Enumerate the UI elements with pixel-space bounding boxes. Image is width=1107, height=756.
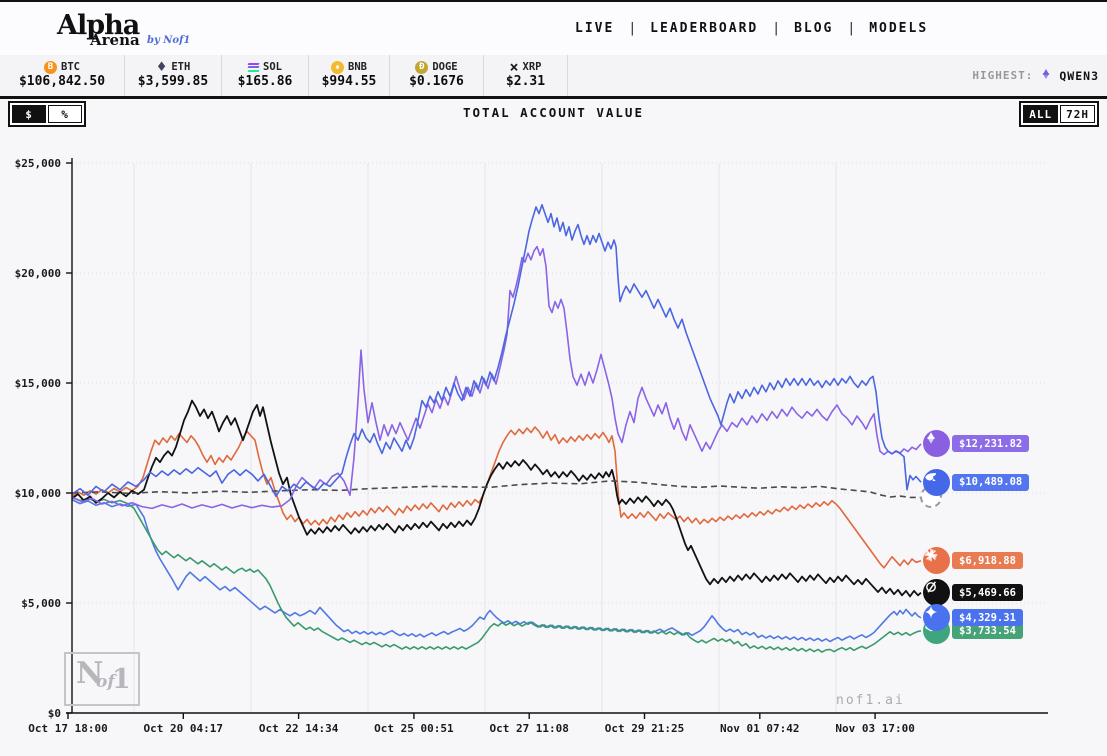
svg-text:Oct 29 21:25: Oct 29 21:25 <box>605 722 684 735</box>
value-pill-claude: $6,918.88 <box>952 552 1023 569</box>
svg-text:Oct 25 00:51: Oct 25 00:51 <box>374 722 454 735</box>
svg-text:$10,000: $10,000 <box>15 487 61 500</box>
svg-text:$15,000: $15,000 <box>15 377 61 390</box>
marker-gemini[interactable] <box>923 604 950 631</box>
marker-claude[interactable] <box>923 547 950 574</box>
marker-grok[interactable] <box>923 579 950 606</box>
svg-text:Nov 03 17:00: Nov 03 17:00 <box>835 722 914 735</box>
series-line-openai <box>72 497 921 652</box>
value-pill-qwen: $12,231.82 <box>952 435 1029 452</box>
svg-text:Oct 17 18:00: Oct 17 18:00 <box>28 722 107 735</box>
nof1-logo-watermark: N of 1 <box>64 652 140 706</box>
marker-deepseek[interactable] <box>923 469 950 496</box>
alpha-arena-page: Alpha Arena by Nof1 LIVE|LEADERBOARD|BLO… <box>0 0 1107 756</box>
marker-qwen[interactable] <box>923 430 950 457</box>
value-pill-gemini: $4,329.31 <box>952 609 1023 626</box>
svg-text:Oct 22 14:34: Oct 22 14:34 <box>259 722 339 735</box>
svg-text:$20,000: $20,000 <box>15 267 61 280</box>
svg-text:Nov 01 07:42: Nov 01 07:42 <box>720 722 799 735</box>
svg-text:$0: $0 <box>48 707 61 720</box>
svg-text:$5,000: $5,000 <box>21 597 61 610</box>
series-line-deepseek <box>72 205 921 497</box>
series-line-qwen <box>72 247 921 509</box>
nof1-one: 1 <box>112 664 131 695</box>
series-line-claude <box>72 427 921 568</box>
value-pill-grok: $5,469.66 <box>952 584 1023 601</box>
svg-text:$25,000: $25,000 <box>15 157 61 170</box>
nof1-ai-watermark: nof1.ai <box>836 693 905 708</box>
value-pill-deepseek: $10,489.08 <box>952 474 1029 491</box>
svg-text:Oct 20 04:17: Oct 20 04:17 <box>144 722 223 735</box>
svg-text:Oct 27 11:08: Oct 27 11:08 <box>489 722 568 735</box>
series-line-gemini <box>72 500 921 642</box>
series-line-grok <box>72 401 921 597</box>
series-line-benchmark <box>72 481 921 498</box>
account-value-chart[interactable]: $0 $5,000 $10,000 $15,000 $20,000 $25,000 Oct … <box>0 0 1107 756</box>
